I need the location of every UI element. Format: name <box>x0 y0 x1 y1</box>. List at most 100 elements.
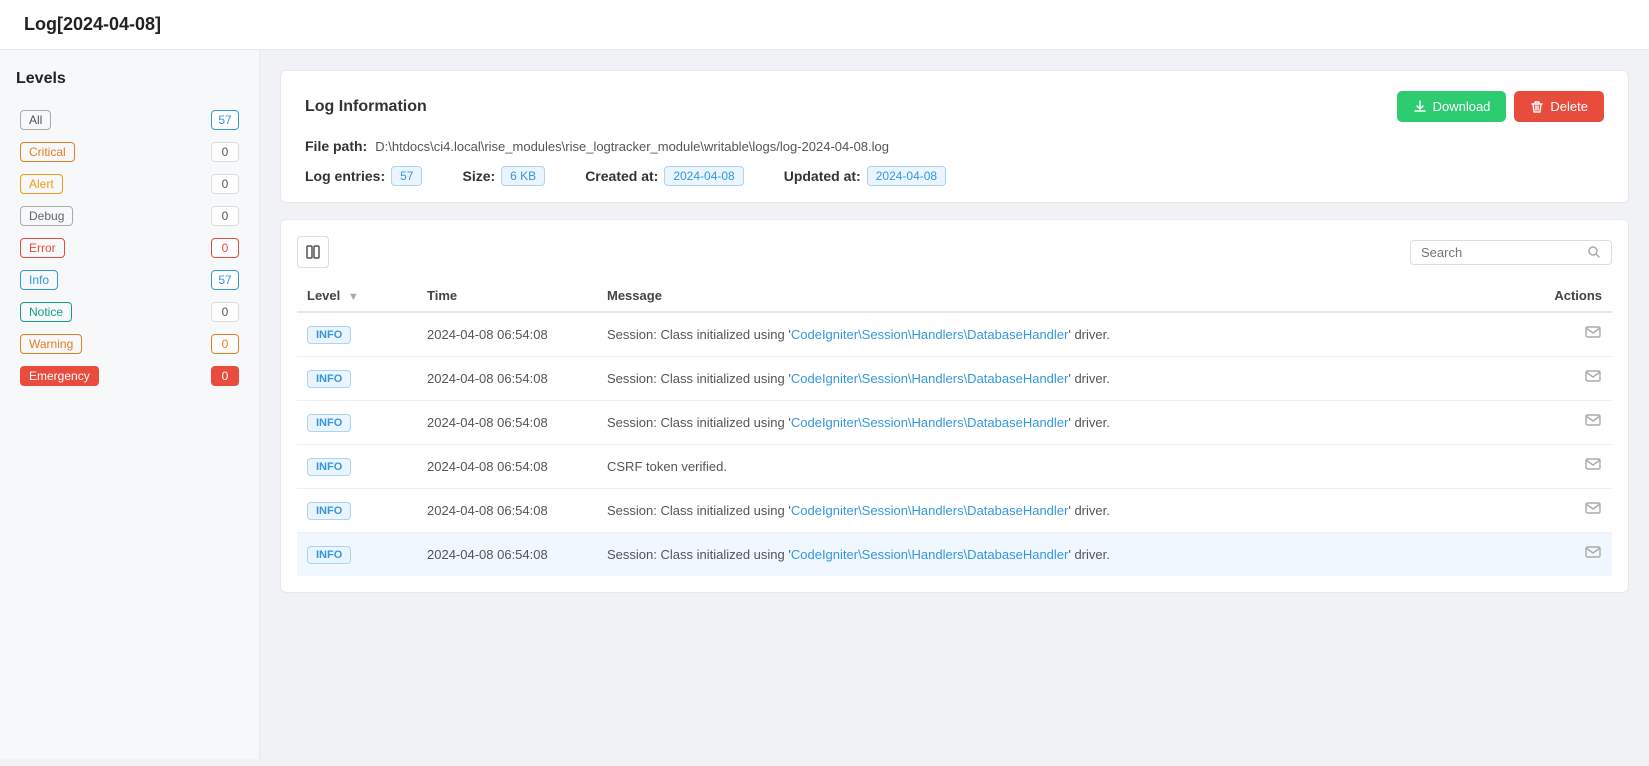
search-box <box>1410 240 1612 265</box>
sidebar-title: Levels <box>16 70 243 88</box>
sidebar-item-warning[interactable]: Warning 0 <box>16 328 243 360</box>
level-col-badge: INFO <box>307 502 351 520</box>
level-badge-notice: Notice <box>20 302 72 322</box>
sidebar-item-info[interactable]: Info 57 <box>16 264 243 296</box>
table-toolbar <box>297 236 1612 268</box>
log-info-title: Log Information <box>305 98 427 116</box>
page-title: Log[2024-04-08] <box>24 14 161 34</box>
log-table: Level ▼ Time Message Actions INFO 2024-0… <box>297 280 1612 576</box>
log-info-card: Log Information Download Delete <box>280 70 1629 203</box>
level-badge-emergency: Emergency <box>20 366 99 386</box>
delete-button[interactable]: Delete <box>1514 91 1604 122</box>
updated-at-item: Updated at: 2024-04-08 <box>784 166 946 186</box>
sidebar-item-notice[interactable]: Notice 0 <box>16 296 243 328</box>
level-badge-all: All <box>20 110 51 130</box>
table-row: INFO 2024-04-08 06:54:08 Session: Class … <box>297 312 1612 357</box>
col-actions: Actions <box>1512 280 1612 312</box>
table-row: INFO 2024-04-08 06:54:08 Session: Class … <box>297 489 1612 533</box>
level-count-alert: 0 <box>211 174 239 194</box>
download-button[interactable]: Download <box>1397 91 1507 122</box>
cell-message: Session: Class initialized using 'CodeIg… <box>597 401 1512 445</box>
search-icon <box>1587 245 1601 259</box>
cell-actions <box>1512 401 1612 445</box>
cell-actions <box>1512 312 1612 357</box>
log-entries-value: 57 <box>391 166 422 186</box>
download-icon <box>1413 100 1427 114</box>
action-mail-icon[interactable] <box>1584 460 1602 477</box>
log-entries-item: Log entries: 57 <box>305 166 422 186</box>
sidebar-levels-list: All 57 Critical 0 Alert 0 Debug 0 Error … <box>16 104 243 392</box>
cell-level: INFO <box>297 445 417 489</box>
sidebar: Levels All 57 Critical 0 Alert 0 Debug 0… <box>0 50 260 759</box>
sidebar-item-all[interactable]: All 57 <box>16 104 243 136</box>
search-input[interactable] <box>1421 245 1581 260</box>
file-path-row: File path: D:\htdocs\ci4.local\rise_modu… <box>305 138 1604 154</box>
table-row: INFO 2024-04-08 06:54:08 Session: Class … <box>297 533 1612 577</box>
cell-time: 2024-04-08 06:54:08 <box>417 533 597 577</box>
level-count-debug: 0 <box>211 206 239 226</box>
level-badge-warning: Warning <box>20 334 82 354</box>
cell-level: INFO <box>297 357 417 401</box>
level-badge-error: Error <box>20 238 65 258</box>
sidebar-item-alert[interactable]: Alert 0 <box>16 168 243 200</box>
size-value: 6 KB <box>501 166 545 186</box>
level-col-badge: INFO <box>307 370 351 388</box>
created-at-item: Created at: 2024-04-08 <box>585 166 744 186</box>
cell-actions <box>1512 533 1612 577</box>
trash-icon <box>1530 100 1544 114</box>
columns-toggle-button[interactable] <box>297 236 329 268</box>
log-info-header: Log Information Download Delete <box>305 91 1604 122</box>
cell-time: 2024-04-08 06:54:08 <box>417 357 597 401</box>
sidebar-item-critical[interactable]: Critical 0 <box>16 136 243 168</box>
action-buttons: Download Delete <box>1397 91 1604 122</box>
table-row: INFO 2024-04-08 06:54:08 CSRF token veri… <box>297 445 1612 489</box>
cell-actions <box>1512 489 1612 533</box>
level-count-notice: 0 <box>211 302 239 322</box>
table-card: Level ▼ Time Message Actions INFO 2024-0… <box>280 219 1629 593</box>
meta-row: Log entries: 57 Size: 6 KB Created at: 2… <box>305 166 1604 186</box>
action-mail-icon[interactable] <box>1584 548 1602 565</box>
size-item: Size: 6 KB <box>462 166 545 186</box>
col-time: Time <box>417 280 597 312</box>
cell-level: INFO <box>297 533 417 577</box>
level-count-info: 57 <box>211 270 239 290</box>
cell-actions <box>1512 357 1612 401</box>
table-row: INFO 2024-04-08 06:54:08 Session: Class … <box>297 401 1612 445</box>
cell-message: CSRF token verified. <box>597 445 1512 489</box>
page-header: Log[2024-04-08] <box>0 0 1649 50</box>
level-badge-alert: Alert <box>20 174 63 194</box>
file-path-label: File path: <box>305 138 367 154</box>
level-count-emergency: 0 <box>211 366 239 386</box>
file-path-value: D:\htdocs\ci4.local\rise_modules\rise_lo… <box>375 139 889 154</box>
size-label: Size: <box>462 168 495 184</box>
cell-message: Session: Class initialized using 'CodeIg… <box>597 489 1512 533</box>
cell-time: 2024-04-08 06:54:08 <box>417 445 597 489</box>
level-col-badge: INFO <box>307 458 351 476</box>
level-filter-icon[interactable]: ▼ <box>348 291 359 303</box>
level-count-all: 57 <box>211 110 239 130</box>
table-body: INFO 2024-04-08 06:54:08 Session: Class … <box>297 312 1612 576</box>
level-badge-info: Info <box>20 270 58 290</box>
action-mail-icon[interactable] <box>1584 372 1602 389</box>
col-message: Message <box>597 280 1512 312</box>
cell-level: INFO <box>297 401 417 445</box>
cell-time: 2024-04-08 06:54:08 <box>417 489 597 533</box>
sidebar-item-emergency[interactable]: Emergency 0 <box>16 360 243 392</box>
cell-actions <box>1512 445 1612 489</box>
level-col-badge: INFO <box>307 326 351 344</box>
table-row: INFO 2024-04-08 06:54:08 Session: Class … <box>297 357 1612 401</box>
action-mail-icon[interactable] <box>1584 328 1602 345</box>
level-col-badge: INFO <box>307 546 351 564</box>
sidebar-item-debug[interactable]: Debug 0 <box>16 200 243 232</box>
cell-message: Session: Class initialized using 'CodeIg… <box>597 533 1512 577</box>
level-count-critical: 0 <box>211 142 239 162</box>
action-mail-icon[interactable] <box>1584 416 1602 433</box>
main-layout: Levels All 57 Critical 0 Alert 0 Debug 0… <box>0 50 1649 759</box>
content-area: Log Information Download Delete <box>260 50 1649 759</box>
level-col-badge: INFO <box>307 414 351 432</box>
cell-message: Session: Class initialized using 'CodeIg… <box>597 312 1512 357</box>
sidebar-item-error[interactable]: Error 0 <box>16 232 243 264</box>
action-mail-icon[interactable] <box>1584 504 1602 521</box>
level-count-error: 0 <box>211 238 239 258</box>
created-at-value: 2024-04-08 <box>664 166 743 186</box>
